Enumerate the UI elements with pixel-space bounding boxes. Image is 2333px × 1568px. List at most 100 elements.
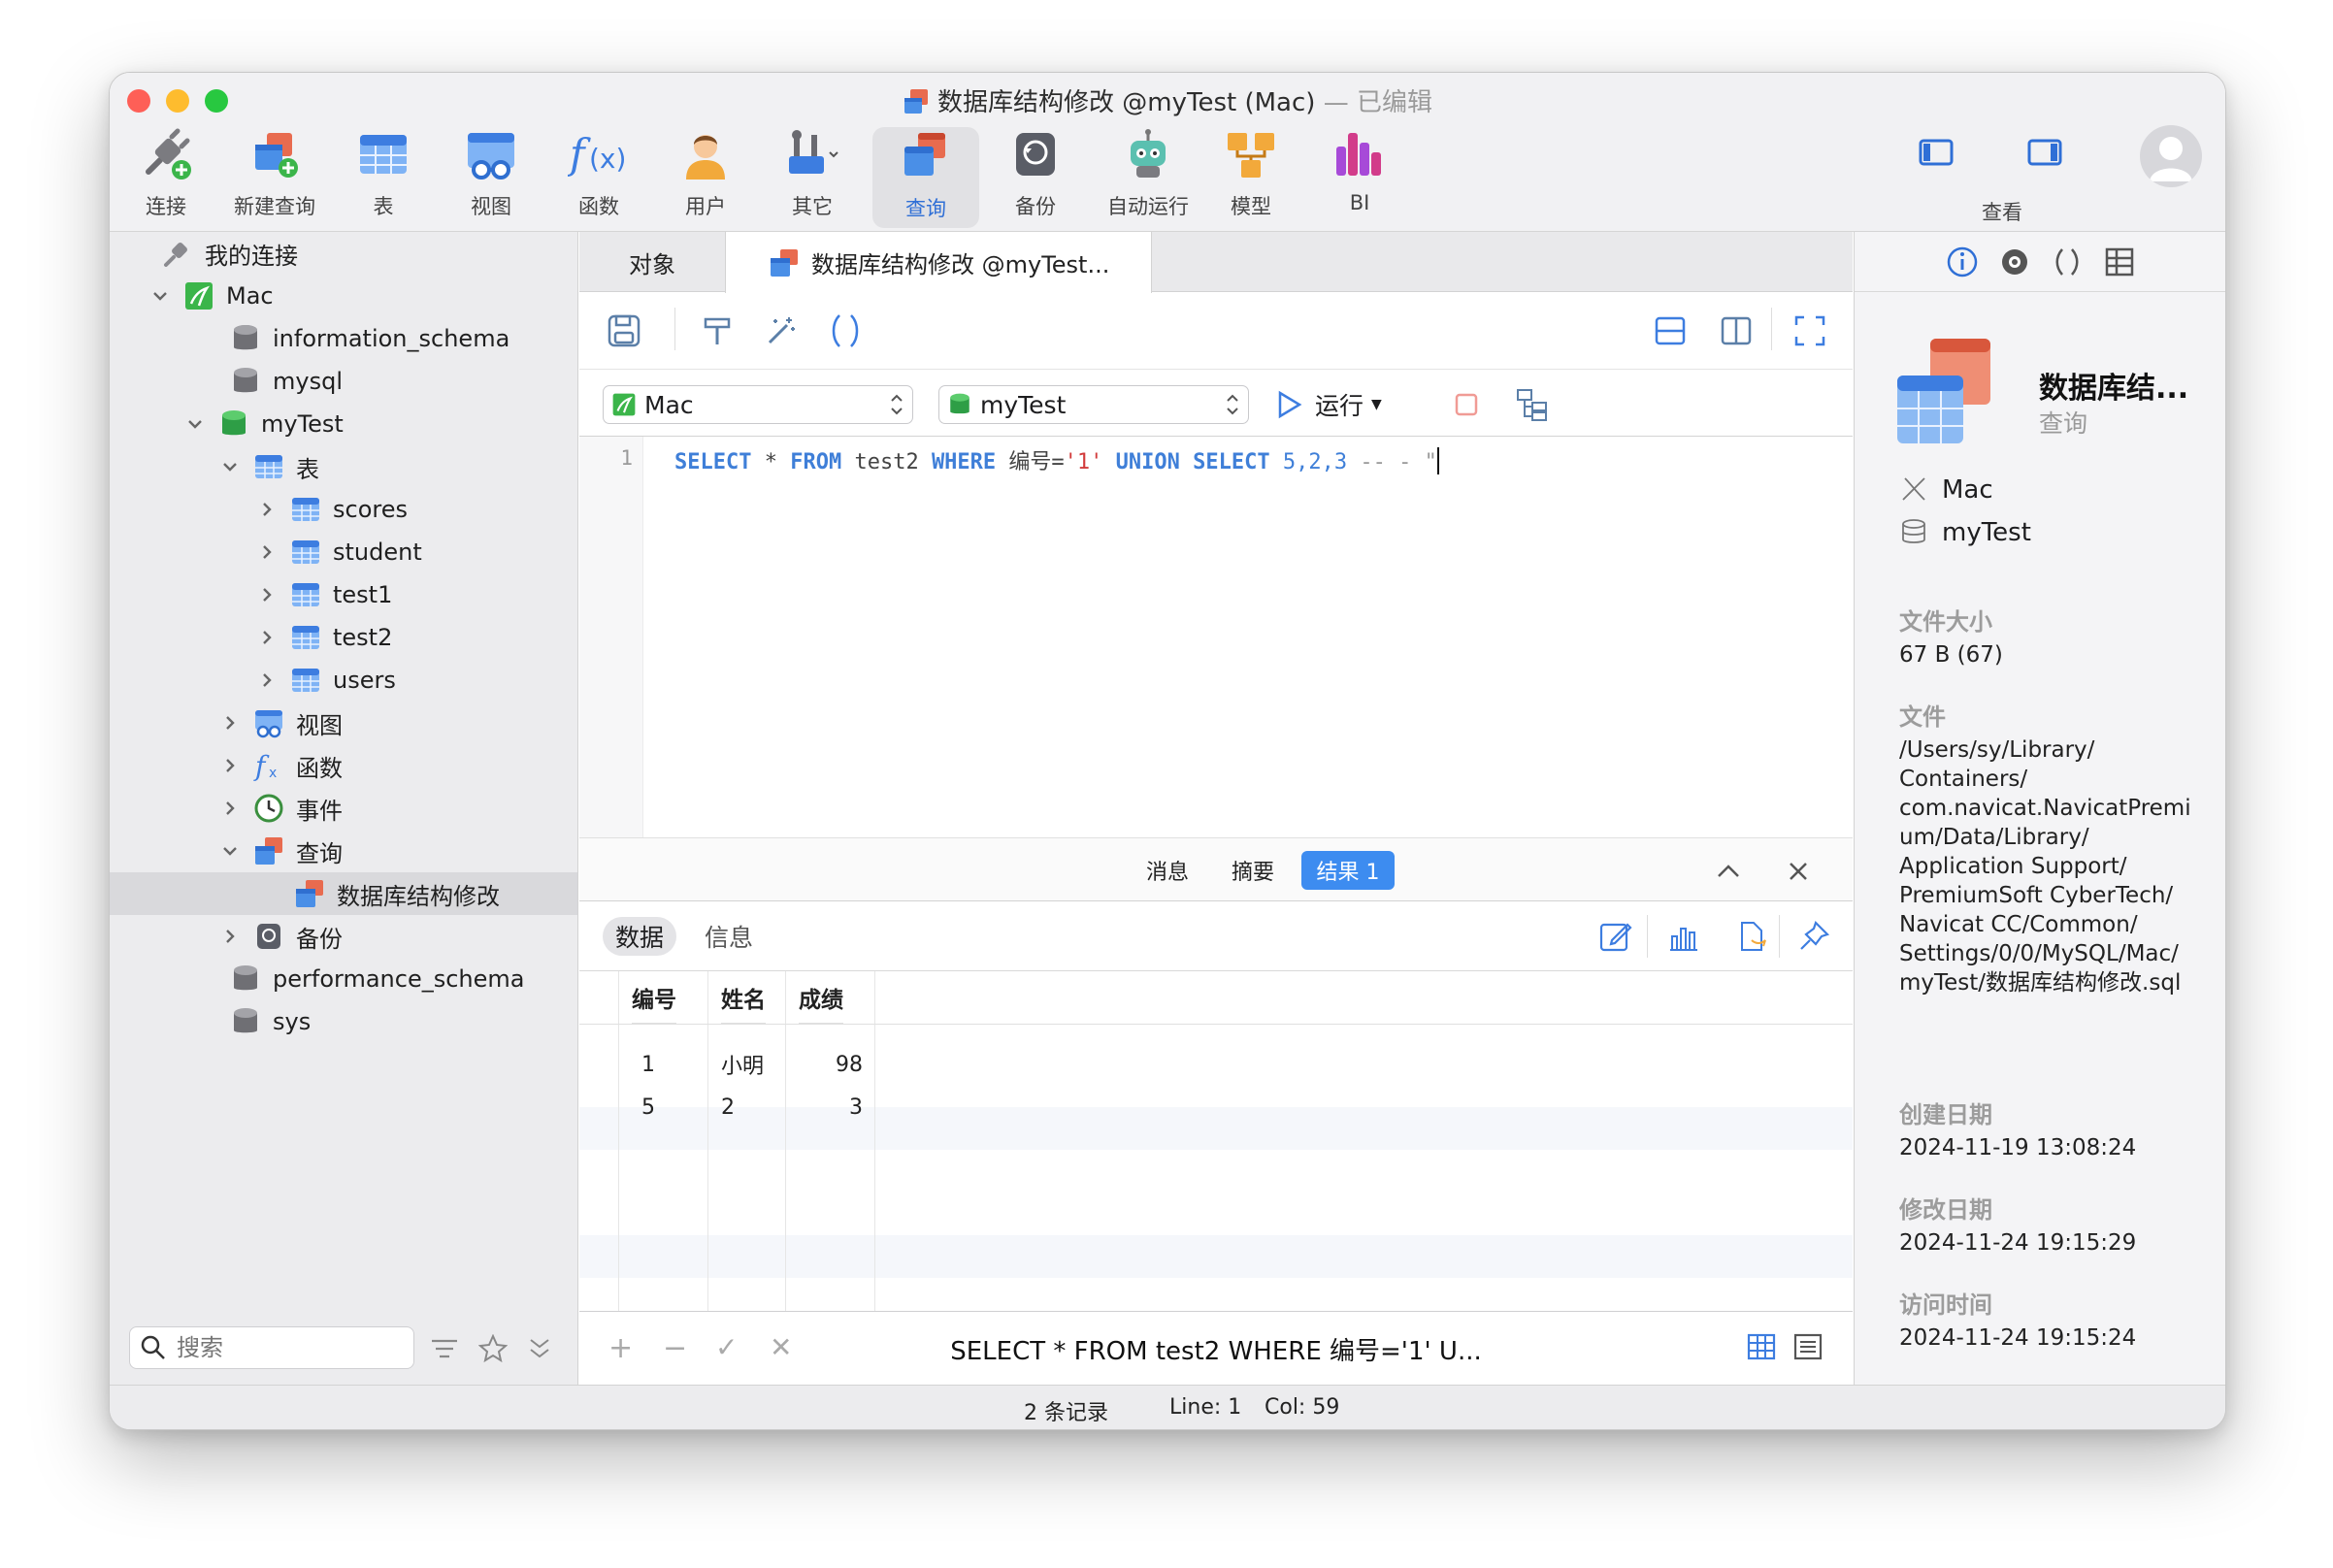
sql-keyword: SELECT bbox=[1193, 450, 1270, 474]
info-icon[interactable] bbox=[1946, 245, 1979, 278]
chevron-right-icon[interactable] bbox=[220, 713, 240, 733]
chevron-down-icon[interactable] bbox=[185, 414, 205, 434]
tree-group-backups[interactable]: 备份 bbox=[110, 915, 577, 958]
tree-query-item[interactable]: 数据库结构修改 bbox=[110, 872, 577, 915]
toolbar-function-button[interactable]: f (x) 函数 bbox=[550, 123, 647, 220]
chevron-right-icon[interactable] bbox=[257, 670, 277, 690]
chevron-right-icon[interactable] bbox=[257, 628, 277, 647]
chevron-right-icon[interactable] bbox=[257, 500, 277, 519]
subtab-info[interactable]: 信息 bbox=[692, 917, 766, 956]
toolbar-new-query-button[interactable]: 新建查询 bbox=[226, 123, 323, 220]
tree-db-mytest[interactable]: myTest bbox=[110, 403, 577, 445]
tree-db-information-schema[interactable]: information_schema bbox=[110, 317, 577, 360]
form-view-button[interactable] bbox=[1792, 1331, 1824, 1362]
pin-button[interactable] bbox=[1796, 919, 1831, 954]
toggle-left-panel-button[interactable] bbox=[1919, 137, 1954, 168]
tree-group-tables[interactable]: 表 bbox=[110, 445, 577, 488]
chevron-right-icon[interactable] bbox=[220, 927, 240, 946]
sidebar-search[interactable] bbox=[129, 1326, 414, 1369]
toolbar-model-button[interactable]: 模型 bbox=[1202, 123, 1299, 220]
table-cell[interactable]: 1 bbox=[641, 1043, 655, 1086]
explain-button[interactable] bbox=[1515, 387, 1550, 422]
parentheses-icon[interactable] bbox=[2051, 245, 2084, 278]
toolbar-connect-button[interactable]: 连接 bbox=[117, 123, 214, 220]
table-cell[interactable]: 5 bbox=[641, 1086, 655, 1128]
tree-table-test1[interactable]: test1 bbox=[110, 573, 577, 616]
sql-code-line[interactable]: SELECT * FROM test2 WHERE 编号='1' UNION S… bbox=[674, 444, 1439, 475]
toolbar-bi-button[interactable]: BI bbox=[1311, 123, 1408, 214]
right-panel-icon bbox=[2027, 137, 2062, 168]
table-cell[interactable]: 2 bbox=[721, 1086, 735, 1128]
tab-summary[interactable]: 摘要 bbox=[1212, 851, 1294, 890]
tree-table-scores[interactable]: scores bbox=[110, 488, 577, 531]
chevron-right-icon[interactable] bbox=[220, 756, 240, 775]
format-button[interactable] bbox=[700, 313, 735, 348]
database-select[interactable]: myTest bbox=[938, 385, 1249, 424]
toolbar-backup-button[interactable]: 备份 bbox=[987, 123, 1084, 220]
stop-button[interactable] bbox=[1453, 391, 1480, 418]
column-header[interactable]: 姓名 bbox=[721, 971, 766, 1024]
sidebar-header[interactable]: 我的连接 bbox=[110, 232, 577, 275]
info-panel: 数据库结... 查询 Mac myTest 文件大小 67 B (67) 文件 … bbox=[1854, 232, 2225, 1385]
tab-objects[interactable]: 对象 bbox=[579, 232, 725, 292]
chevron-right-icon[interactable] bbox=[257, 585, 277, 604]
toolbar-query-button[interactable]: 查询 bbox=[872, 127, 979, 228]
connection-selector-row: Mac myTest 运行 ▼ bbox=[579, 385, 1853, 436]
tree-db-sys[interactable]: sys bbox=[110, 1000, 577, 1043]
connection-select[interactable]: Mac bbox=[603, 385, 913, 424]
tree-db-mysql[interactable]: mysql bbox=[110, 360, 577, 403]
chevron-right-icon[interactable] bbox=[220, 799, 240, 818]
column-header[interactable]: 编号 bbox=[632, 971, 676, 1024]
save-button[interactable] bbox=[607, 313, 641, 348]
preview-eye-icon[interactable] bbox=[1998, 245, 2031, 278]
avatar[interactable] bbox=[2140, 125, 2202, 187]
tree-table-test2[interactable]: test2 bbox=[110, 616, 577, 659]
toolbar-view-button[interactable]: 视图 bbox=[443, 123, 540, 220]
tab-query[interactable]: 数据库结构修改 @myTest... bbox=[725, 232, 1152, 293]
favorite-button[interactable] bbox=[478, 1334, 508, 1363]
tree-table-users[interactable]: users bbox=[110, 659, 577, 702]
fullscreen-button[interactable] bbox=[1792, 313, 1827, 348]
sql-editor[interactable]: 1 SELECT * FROM test2 WHERE 编号='1' UNION… bbox=[579, 436, 1853, 837]
tree-table-student[interactable]: student bbox=[110, 531, 577, 573]
beautify-button[interactable] bbox=[764, 313, 799, 348]
tree-db-performance-schema[interactable]: performance_schema bbox=[110, 958, 577, 1000]
table-cell[interactable]: 3 bbox=[785, 1086, 863, 1128]
chevron-down-icon[interactable] bbox=[220, 457, 240, 476]
tab-result-1[interactable]: 结果 1 bbox=[1301, 851, 1395, 890]
tree-group-views[interactable]: 视图 bbox=[110, 702, 577, 744]
tree-group-events[interactable]: 事件 bbox=[110, 787, 577, 830]
collapse-results-button[interactable] bbox=[1715, 858, 1742, 885]
grid-view-button[interactable] bbox=[1746, 1331, 1777, 1362]
split-vertical-button[interactable] bbox=[1719, 313, 1754, 348]
run-button[interactable]: 运行 ▼ bbox=[1274, 387, 1382, 422]
table-cell[interactable]: 小明 bbox=[721, 1043, 764, 1086]
tree-group-queries[interactable]: 查询 bbox=[110, 830, 577, 872]
tree-group-functions[interactable]: fx 函数 bbox=[110, 744, 577, 787]
toolbar-automation-button[interactable]: 自动运行 bbox=[1090, 123, 1206, 220]
tab-message[interactable]: 消息 bbox=[1127, 851, 1208, 890]
toolbar-other-button[interactable]: 其它 bbox=[764, 123, 861, 220]
chevron-down-icon[interactable] bbox=[220, 841, 240, 861]
tree-connection-mac[interactable]: Mac bbox=[110, 275, 577, 317]
toolbar-user-button[interactable]: 用户 bbox=[657, 123, 754, 220]
chevron-right-icon[interactable] bbox=[257, 542, 277, 562]
filter-button[interactable] bbox=[430, 1336, 459, 1361]
search-input[interactable] bbox=[177, 1334, 390, 1361]
brackets-button[interactable] bbox=[828, 311, 863, 350]
sql-keyword: FROM bbox=[790, 450, 842, 474]
toggle-right-panel-button[interactable] bbox=[2027, 137, 2062, 168]
chevron-down-icon[interactable] bbox=[150, 286, 170, 306]
column-header[interactable]: 成绩 bbox=[799, 971, 843, 1024]
database-icon bbox=[230, 964, 261, 995]
collapse-button[interactable] bbox=[527, 1336, 552, 1361]
table-cell[interactable]: 98 bbox=[785, 1043, 863, 1086]
export-button[interactable] bbox=[1734, 919, 1769, 954]
table-layout-icon[interactable] bbox=[2103, 245, 2136, 278]
edit-button[interactable] bbox=[1598, 919, 1633, 954]
chart-button[interactable] bbox=[1666, 919, 1701, 954]
toolbar-table-button[interactable]: 表 bbox=[335, 123, 432, 220]
subtab-data[interactable]: 数据 bbox=[603, 917, 676, 956]
close-results-button[interactable] bbox=[1785, 858, 1812, 885]
split-horizontal-button[interactable] bbox=[1653, 313, 1688, 348]
